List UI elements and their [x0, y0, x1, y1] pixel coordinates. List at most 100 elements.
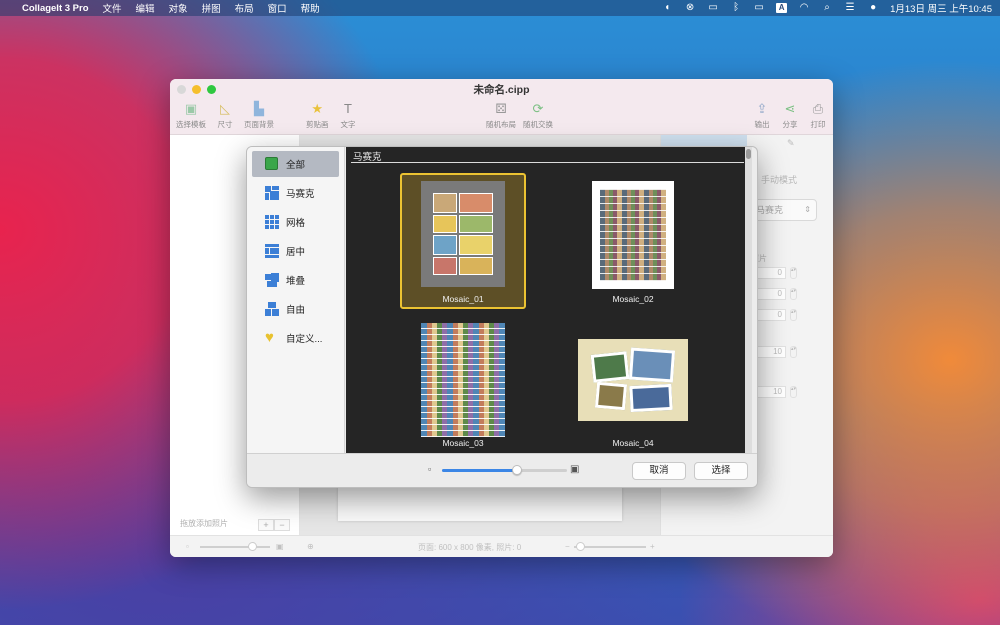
small-thumbnail-icon: ▫ [428, 464, 432, 474]
slider-knob[interactable] [512, 465, 522, 475]
siri-icon[interactable]: ● [867, 3, 879, 13]
template-mosaic-04[interactable]: Mosaic_04 [570, 319, 696, 455]
tab-tools[interactable]: ✎ [747, 135, 833, 153]
template-name: Mosaic_02 [612, 294, 654, 304]
large-thumbnail-icon: ▣ [570, 464, 580, 475]
print-button[interactable]: ⎙ 打印 [810, 101, 826, 130]
clock[interactable]: 1月13日 周三 上午10:45 [890, 1, 992, 15]
category-free[interactable]: 自由 [252, 296, 339, 322]
printer-icon: ⎙ [812, 101, 824, 116]
page-background-button[interactable]: ▙ 页面背景 [244, 101, 274, 130]
template-name: Mosaic_01 [442, 294, 484, 304]
battery-icon[interactable]: ▭ [753, 3, 765, 13]
sheet-footer: ▫ ▣ 取消 选择 [247, 453, 757, 487]
choose-template-button[interactable]: ▣ 选择模板 [176, 101, 206, 130]
free-icon [265, 302, 279, 316]
large-photo-icon: ▣ [276, 542, 284, 551]
section-header: 马赛克 [351, 149, 744, 163]
category-custom[interactable]: ♥ 自定义... [252, 325, 339, 351]
template-mosaic-01[interactable]: Mosaic_01 [400, 173, 526, 309]
random-swap-button[interactable]: ⟳ 随机交换 [523, 101, 553, 130]
menu-edit[interactable]: 编辑 [136, 1, 155, 15]
paint-roller-icon: ▙ [254, 101, 264, 116]
dice-icon: ⚄ [495, 101, 507, 116]
export-button[interactable]: ⇪ 输出 [754, 101, 770, 130]
all-icon [265, 157, 279, 171]
gallery-scrollbar[interactable] [745, 147, 752, 455]
stepper-2[interactable]: 0 ▴▾ [756, 288, 797, 300]
clipart-button[interactable]: ★ 剪贴画 [306, 101, 329, 130]
wifi-icon[interactable]: ◠ [798, 3, 810, 13]
menu-window[interactable]: 窗口 [268, 1, 287, 15]
template-name: Mosaic_04 [612, 438, 654, 448]
stepper-1[interactable]: 0 ▴▾ [756, 267, 797, 279]
photo-size-slider[interactable] [200, 542, 270, 551]
template-mosaic-02[interactable]: Mosaic_02 [570, 173, 696, 309]
status-app-icon[interactable]: ◖ [661, 3, 673, 13]
style-select[interactable]: 马赛克 ⇕ [751, 199, 817, 221]
size-button[interactable]: ◺ 尺寸 [217, 101, 233, 130]
share-icon: ⋖ [784, 101, 796, 116]
template-mosaic-03[interactable]: Mosaic_03 [400, 319, 526, 455]
menu-layout[interactable]: 布局 [235, 1, 254, 15]
remove-photo-button[interactable]: − [274, 519, 290, 531]
category-stack[interactable]: 堆叠 [252, 267, 339, 293]
random-layout-button[interactable]: ⚄ 随机布局 [486, 101, 516, 130]
mode-label: 手动模式 [761, 175, 798, 185]
stepper-3[interactable]: 0 ▴▾ [756, 309, 797, 321]
share-button[interactable]: ⋖ 分享 [782, 101, 798, 130]
drop-photos-hint: 拖放添加照片 [180, 519, 228, 528]
template-thumbnail [592, 181, 674, 289]
wand-icon: ✎ [787, 138, 795, 148]
stepper-5[interactable]: 10 ▴▾ [756, 386, 797, 398]
menu-bar: CollageIt 3 Pro 文件 编辑 对象 拼图 布局 窗口 帮助 ◖ ⊗… [0, 0, 1000, 16]
input-method-icon[interactable]: A [776, 3, 788, 13]
app-menu[interactable]: CollageIt 3 Pro [22, 3, 89, 14]
swap-icon: ⟳ [532, 101, 544, 116]
display-icon[interactable]: ▭ [707, 3, 719, 13]
template-icon: ▣ [184, 101, 198, 116]
thumbnail-size-slider[interactable] [442, 465, 567, 475]
export-icon: ⇪ [756, 101, 768, 116]
category-all[interactable]: 全部 [252, 151, 339, 177]
bluetooth-icon[interactable]: ᛒ [730, 3, 742, 13]
menu-collage[interactable]: 拼图 [202, 1, 221, 15]
slider-fill [442, 469, 517, 472]
search-icon[interactable]: ⌕ [821, 3, 833, 13]
cancel-button[interactable]: 取消 [632, 462, 686, 480]
status-bar: ▫ ▣ ⊕ 页面: 600 x 800 像素, 照片: 0 − + [170, 535, 833, 557]
close-circle-icon[interactable]: ⊗ [684, 3, 696, 13]
zoom-icon[interactable]: ⊕ [307, 542, 314, 551]
category-list: 全部 马赛克 网格 居中 堆叠 自由 ♥ 自定义... [247, 147, 345, 455]
scrollbar-thumb[interactable] [746, 149, 751, 159]
text-button[interactable]: T 文字 [340, 101, 356, 130]
zoom-out-button[interactable]: − [565, 542, 570, 551]
control-center-icon[interactable]: ☰ [844, 3, 856, 13]
star-icon: ★ [311, 101, 324, 116]
window-title: 未命名.cipp [473, 84, 530, 96]
small-photo-icon: ▫ [186, 542, 189, 551]
menu-help[interactable]: 帮助 [301, 1, 320, 15]
template-thumbnail [421, 181, 505, 287]
text-icon: T [344, 101, 352, 116]
ruler-icon: ◺ [220, 101, 230, 116]
heart-icon: ♥ [265, 329, 274, 346]
photo-add-remove: + − [258, 519, 290, 531]
add-photo-button[interactable]: + [258, 519, 274, 531]
zoom-in-button[interactable]: + [650, 542, 655, 551]
category-grid[interactable]: 网格 [252, 209, 339, 235]
category-mosaic[interactable]: 马赛克 [252, 180, 339, 206]
title-bar: 未命名.cipp ▣ 选择模板 ◺ 尺寸 ▙ 页面背景 ★ 剪贴画 T 文字 ⚄… [170, 79, 833, 135]
template-chooser-sheet: 全部 马赛克 网格 居中 堆叠 自由 ♥ 自定义... 马赛克 Mosaic_0… [246, 146, 758, 488]
stack-icon [265, 273, 279, 287]
category-center[interactable]: 居中 [252, 238, 339, 264]
center-icon [265, 244, 279, 258]
stepper-4[interactable]: 10 ▴▾ [756, 346, 797, 358]
menu-file[interactable]: 文件 [103, 1, 122, 15]
zoom-slider[interactable] [574, 542, 646, 551]
chevron-updown-icon: ⇕ [804, 205, 811, 214]
select-button[interactable]: 选择 [694, 462, 748, 480]
menu-object[interactable]: 对象 [169, 1, 188, 15]
template-gallery[interactable]: 马赛克 Mosaic_01 Mosaic_02 Mosaic_03 Mosaic… [346, 147, 752, 455]
page-info: 页面: 600 x 800 像素, 照片: 0 [418, 543, 522, 552]
